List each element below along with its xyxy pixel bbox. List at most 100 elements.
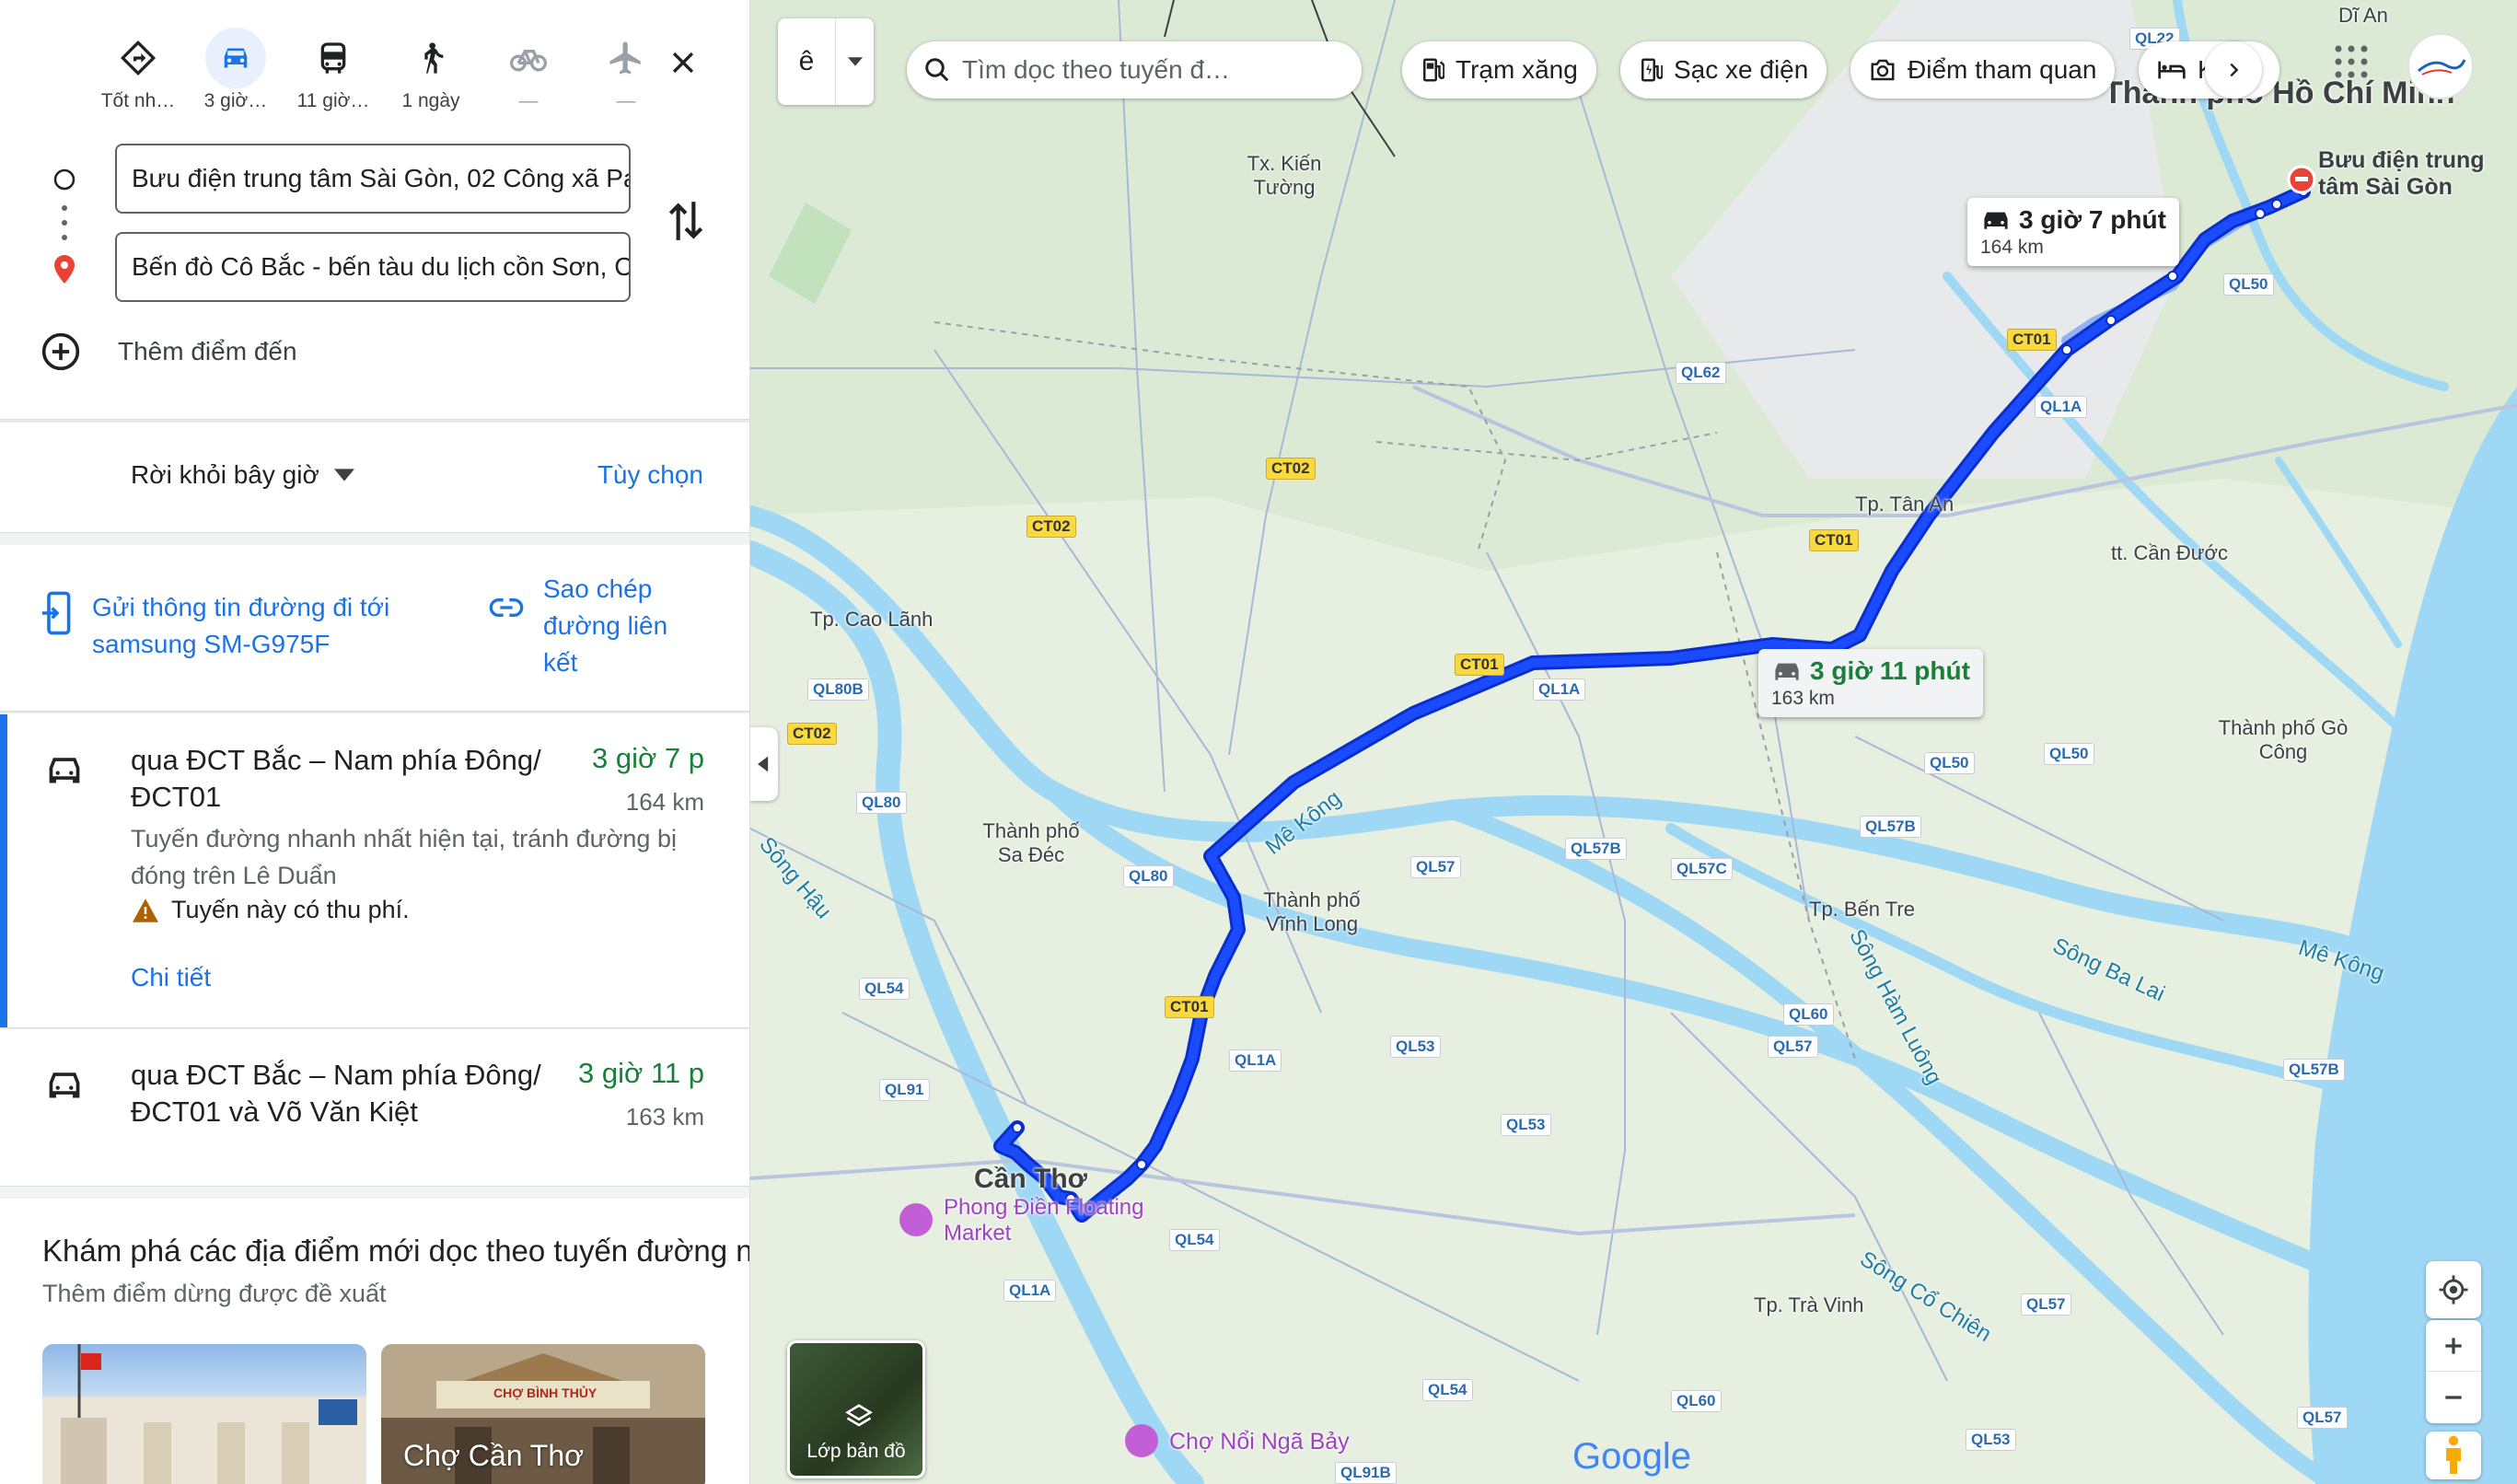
- destination-input[interactable]: Bến đò Cô Bắc - bến tàu du lịch cồn Sơn,…: [115, 232, 631, 302]
- send-to-phone-label: Gửi thông tin đường đi tới samsung SM-G9…: [92, 593, 390, 658]
- directions-icon: [108, 28, 168, 88]
- caret-down-icon[interactable]: [835, 18, 874, 105]
- road-shield: CT02: [1027, 516, 1076, 538]
- swap-waypoints-button[interactable]: [663, 193, 709, 249]
- my-location-button[interactable]: [2426, 1261, 2481, 1318]
- road-shield: CT01: [1809, 529, 1859, 551]
- bed-icon: [2158, 61, 2186, 79]
- car-icon: [1775, 663, 1799, 680]
- explore-subtitle: Thêm điểm dừng được đề xuất: [42, 1280, 387, 1307]
- divider: [0, 419, 749, 423]
- send-to-phone-button[interactable]: Gửi thông tin đường đi tới samsung SM-G9…: [41, 589, 442, 663]
- plus-icon: [2445, 1337, 2462, 1354]
- link-icon: [489, 598, 524, 617]
- map-label-poi: Chợ Nổi Ngã Bảy: [1169, 1429, 1350, 1455]
- map-label-town: Dĩ An: [2338, 4, 2388, 27]
- search-icon: [925, 58, 949, 82]
- mode-bike[interactable]: —: [482, 28, 574, 120]
- zoom-out-button[interactable]: [2426, 1372, 2481, 1423]
- road-shield: QL62: [1676, 362, 1726, 384]
- road-shield: QL53: [1501, 1114, 1551, 1136]
- road-shield: QL57: [1768, 1036, 1818, 1058]
- route-duration: 3 giờ 11 p: [578, 1057, 704, 1089]
- map-label-poi: Bưu điện trung tâm Sài Gòn: [2318, 147, 2485, 200]
- route-title: qua ĐCT Bắc – Nam phía Đông/ĐCT01 và Võ …: [131, 1059, 541, 1128]
- gas-station-icon: [1423, 58, 1444, 82]
- close-directions-button[interactable]: [655, 35, 711, 90]
- road-shield: QL54: [859, 978, 910, 1000]
- close-icon: [672, 52, 694, 74]
- street-view-pegman[interactable]: [2426, 1432, 2481, 1479]
- road-shield: CT01: [2007, 329, 2057, 351]
- map-layers-button[interactable]: Lớp bản đồ: [787, 1340, 925, 1478]
- mode-transit[interactable]: 11 giờ…: [287, 28, 379, 120]
- copy-link-button[interactable]: Sao chép đường liên kết: [488, 571, 704, 681]
- divider: [0, 1186, 749, 1199]
- swap-icon: [668, 202, 703, 240]
- chip-label: Sạc xe điện: [1674, 55, 1809, 84]
- mode-best[interactable]: Tốt nh…: [92, 28, 184, 120]
- road-shield: QL57: [1410, 856, 1461, 878]
- mode-walk[interactable]: 1 ngày: [385, 28, 477, 120]
- zoom-in-button[interactable]: [2426, 1320, 2481, 1372]
- road-shield: QL53: [1966, 1429, 2016, 1451]
- route-callout-distance: 164 km: [1980, 237, 2044, 258]
- map-canvas[interactable]: Thành phố Hồ Chí Minh Bưu điện trung tâm…: [750, 0, 2517, 1484]
- walk-icon: [400, 28, 461, 88]
- suggested-place-card[interactable]: [42, 1344, 366, 1484]
- layers-label: Lớp bản đồ: [806, 1441, 906, 1462]
- route-details-link[interactable]: Chi tiết: [131, 963, 211, 992]
- depart-label: Rời khỏi bây giờ: [131, 460, 319, 489]
- chip-ev-charging[interactable]: Sạc xe điện: [1620, 41, 1827, 99]
- road-shield: CT02: [1266, 458, 1316, 480]
- map-mode-selector[interactable]: ê: [778, 18, 874, 105]
- route-option-1[interactable]: qua ĐCT Bắc – Nam phía Đông/ ĐCT01 3 giờ…: [0, 714, 749, 1027]
- travel-mode-tabs: Tốt nh… 3 giờ… 11 giờ… 1 ngày — —: [92, 28, 672, 120]
- route-callout-distance: 163 km: [1771, 688, 1835, 709]
- caret-down-icon: [333, 469, 354, 481]
- road-shield: QL54: [1422, 1379, 1473, 1401]
- car-icon: [49, 758, 80, 783]
- directions-panel: Tốt nh… 3 giờ… 11 giờ… 1 ngày — — Bưu đi…: [0, 0, 750, 1484]
- route-callout-fastest[interactable]: 3 giờ 7 phút 164 km: [1967, 198, 2179, 266]
- camera-icon: [1871, 59, 1895, 81]
- origin-input[interactable]: Bưu điện trung tâm Sài Gòn, 02 Công xã P…: [115, 144, 631, 214]
- chevron-right-icon: [2230, 63, 2239, 77]
- bus-icon: [303, 28, 364, 88]
- bicycle-icon: [498, 28, 559, 88]
- chip-attractions[interactable]: Điểm tham quan: [1850, 41, 2116, 99]
- chip-gas-station[interactable]: Trạm xăng: [1402, 41, 1596, 99]
- route-callout-alternate[interactable]: 3 giờ 11 phút 163 km: [1758, 649, 1983, 717]
- depart-time-dropdown[interactable]: Rời khỏi bây giờ: [131, 460, 354, 490]
- road-shield: QL80B: [807, 678, 869, 701]
- chips-next-button[interactable]: [2205, 41, 2262, 99]
- map-label-town: Thành phố Vĩnh Long: [1263, 888, 1361, 935]
- mode-car[interactable]: 3 giờ…: [190, 28, 282, 120]
- road-shield: QL54: [1169, 1229, 1220, 1251]
- destination-marker: [2287, 165, 2316, 194]
- route-options-button[interactable]: Tùy chọn: [597, 460, 703, 490]
- road-shield: QL91B: [1335, 1462, 1397, 1484]
- collapse-panel-button[interactable]: [750, 727, 778, 801]
- road-shield: QL91: [879, 1079, 930, 1101]
- layers-icon: [845, 1404, 873, 1427]
- route-distance: 163 km: [625, 1103, 704, 1130]
- road-shield: QL60: [1671, 1390, 1722, 1412]
- suggested-place-card[interactable]: CHỢ BÌNH THỦY Chợ Cần Thơ: [381, 1344, 705, 1484]
- place-card-sign: CHỢ BÌNH THỦY: [493, 1385, 597, 1400]
- road-shield: QL80: [856, 792, 907, 814]
- route-title: qua ĐCT Bắc – Nam phía Đông/ ĐCT01: [131, 744, 541, 813]
- toll-warning: Tuyến này có thu phí.: [131, 896, 410, 924]
- route-option-2[interactable]: qua ĐCT Bắc – Nam phía Đông/ĐCT01 và Võ …: [0, 1029, 749, 1186]
- route-callout-time: 3 giờ 11 phút: [1810, 656, 1970, 685]
- google-logo-text: Google: [1572, 1436, 1691, 1477]
- search-along-route-input[interactable]: Tìm dọc theo tuyến đ…: [907, 41, 1362, 99]
- account-avatar[interactable]: [2407, 33, 2474, 99]
- apps-grid-icon[interactable]: [2332, 42, 2371, 81]
- chip-label: Điểm tham quan: [1908, 55, 2097, 84]
- map-label-town: tt. Cần Đước: [2111, 541, 2228, 564]
- explore-title: Khám phá các địa điểm mới dọc theo tuyến…: [42, 1234, 750, 1268]
- place-card-label: Chợ Cần Thơ: [403, 1439, 585, 1472]
- add-destination-button[interactable]: Thêm điểm đến: [41, 331, 297, 372]
- road-shield: QL80: [1123, 865, 1174, 887]
